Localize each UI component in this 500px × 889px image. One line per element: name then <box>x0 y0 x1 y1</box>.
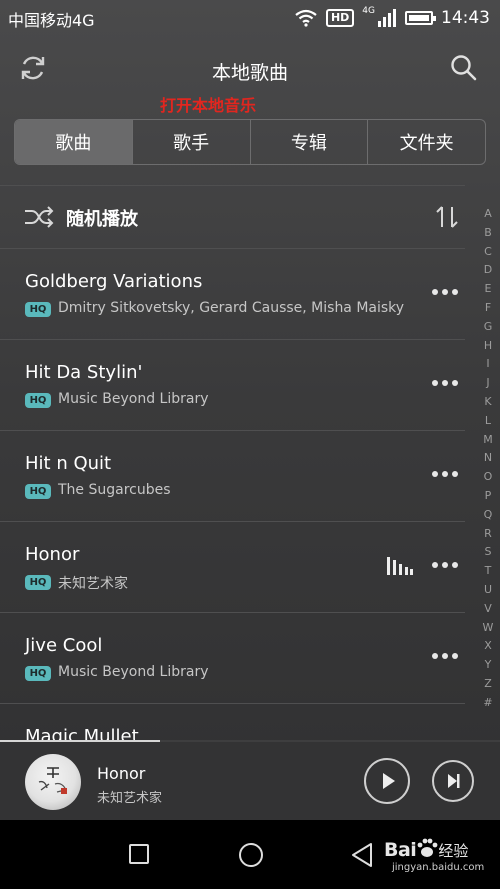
index-letter[interactable]: W <box>478 619 498 638</box>
album-art-calligraphy-icon <box>38 767 67 794</box>
skip-next-icon <box>448 774 460 788</box>
hq-badge: HQ <box>25 484 51 499</box>
more-options-icon[interactable] <box>432 289 458 297</box>
index-letter[interactable]: N <box>478 449 498 468</box>
index-letter[interactable]: D <box>478 261 498 280</box>
song-artist: Music Beyond Library <box>58 391 209 407</box>
index-letter[interactable]: V <box>478 600 498 619</box>
shuffle-icon <box>25 206 54 228</box>
shuffle-play-row[interactable]: 随机播放 <box>0 186 470 248</box>
index-letter[interactable]: X <box>478 637 498 656</box>
more-options-icon[interactable] <box>432 471 458 479</box>
index-letter[interactable]: A <box>478 205 498 224</box>
index-letter[interactable]: H <box>478 337 498 356</box>
next-track-button[interactable] <box>432 760 474 802</box>
index-letter[interactable]: S <box>478 543 498 562</box>
hq-badge: HQ <box>25 393 51 408</box>
now-playing-bars-icon <box>387 557 413 575</box>
network-type-label: 4G <box>362 6 375 16</box>
song-title: Honor <box>25 544 80 565</box>
song-row[interactable]: Magic Mullet <box>0 704 470 740</box>
status-bar: 中国移动4G HD 4G 14:43 <box>0 0 500 36</box>
song-title: Hit Da Stylin' <box>25 362 143 383</box>
back-icon[interactable] <box>350 841 374 869</box>
baidu-jingyan-watermark: Bai 经验 jingyan.baidu.com <box>384 838 484 873</box>
more-options-icon[interactable] <box>432 653 458 661</box>
now-playing-title: Honor <box>97 764 146 783</box>
watermark-name: 经验 <box>438 842 469 860</box>
recent-apps-button[interactable] <box>129 844 149 864</box>
clock: 14:43 <box>441 8 490 28</box>
index-letter[interactable]: P <box>478 487 498 506</box>
song-row[interactable]: Jive Cool HQ Music Beyond Library <box>0 613 470 703</box>
index-letter[interactable]: O <box>478 468 498 487</box>
search-icon[interactable] <box>450 54 478 82</box>
wifi-icon <box>295 9 317 27</box>
index-letter[interactable]: K <box>478 393 498 412</box>
home-button[interactable] <box>239 843 263 867</box>
battery-icon <box>405 11 436 25</box>
alphabet-index[interactable]: A B C D E F G H I J K L M N O P Q R S T … <box>478 205 498 713</box>
index-letter[interactable]: T <box>478 562 498 581</box>
song-title: Goldberg Variations <box>25 271 203 292</box>
more-options-icon[interactable] <box>432 562 458 570</box>
index-letter[interactable]: I <box>478 355 498 374</box>
signal-icon <box>378 9 396 27</box>
index-letter[interactable]: L <box>478 412 498 431</box>
annotation-text: 打开本地音乐 <box>160 96 257 115</box>
tab-songs[interactable]: 歌曲 <box>15 120 132 164</box>
song-row[interactable]: Goldberg Variations HQ Dmitry Sitkovetsk… <box>0 249 470 339</box>
page-title: 本地歌曲 <box>211 62 288 84</box>
index-letter[interactable]: F <box>478 299 498 318</box>
index-letter[interactable]: J <box>478 374 498 393</box>
hq-badge: HQ <box>25 666 51 681</box>
tab-folders[interactable]: 文件夹 <box>367 120 485 164</box>
index-letter[interactable]: G <box>478 318 498 337</box>
index-letter[interactable]: B <box>478 224 498 243</box>
song-artist: Music Beyond Library <box>58 664 209 680</box>
album-art[interactable] <box>25 754 81 810</box>
index-letter[interactable]: Y <box>478 656 498 675</box>
index-letter[interactable]: Q <box>478 506 498 525</box>
tab-bar: 歌曲 歌手 专辑 文件夹 <box>14 119 486 165</box>
now-playing-bar[interactable]: Honor 未知艺术家 <box>0 742 500 820</box>
song-title: Magic Mullet <box>25 726 139 740</box>
song-row[interactable]: Hit Da Stylin' HQ Music Beyond Library <box>0 340 470 430</box>
watermark-url: jingyan.baidu.com <box>392 862 485 873</box>
paw-icon <box>417 838 438 857</box>
hd-badge: HD <box>325 9 355 27</box>
song-title: Jive Cool <box>25 635 103 656</box>
song-title: Hit n Quit <box>25 453 112 474</box>
play-button[interactable] <box>364 758 410 804</box>
more-options-icon[interactable] <box>432 380 458 388</box>
now-playing-artist: 未知艺术家 <box>97 791 163 806</box>
carrier-label: 中国移动4G <box>8 11 95 30</box>
index-letter[interactable]: E <box>478 280 498 299</box>
tab-albums[interactable]: 专辑 <box>249 120 368 164</box>
index-letter[interactable]: U <box>478 581 498 600</box>
index-letter[interactable]: R <box>478 525 498 544</box>
tab-artists[interactable]: 歌手 <box>131 120 250 164</box>
index-letter[interactable]: C <box>478 243 498 262</box>
watermark-logo: Bai <box>384 839 417 861</box>
index-letter[interactable]: M <box>478 431 498 450</box>
status-icons: HD 4G 14:43 <box>294 6 490 30</box>
song-row[interactable]: Hit n Quit HQ The Sugarcubes <box>0 431 470 521</box>
song-artist: The Sugarcubes <box>58 482 171 498</box>
sort-icon[interactable] <box>434 204 460 230</box>
song-artist: Dmitry Sitkovetsky, Gerard Causse, Misha… <box>58 300 405 316</box>
hq-badge: HQ <box>25 302 51 317</box>
index-letter[interactable]: # <box>478 694 498 713</box>
index-letter[interactable]: Z <box>478 675 498 694</box>
song-artist: 未知艺术家 <box>58 576 128 592</box>
header: 本地歌曲 <box>0 45 500 95</box>
shuffle-label: 随机播放 <box>66 209 138 230</box>
hq-badge: HQ <box>25 575 51 590</box>
song-row-playing[interactable]: Honor HQ 未知艺术家 <box>0 522 470 612</box>
system-nav-bar: Bai 经验 jingyan.baidu.com <box>0 820 500 889</box>
play-icon <box>383 773 395 789</box>
